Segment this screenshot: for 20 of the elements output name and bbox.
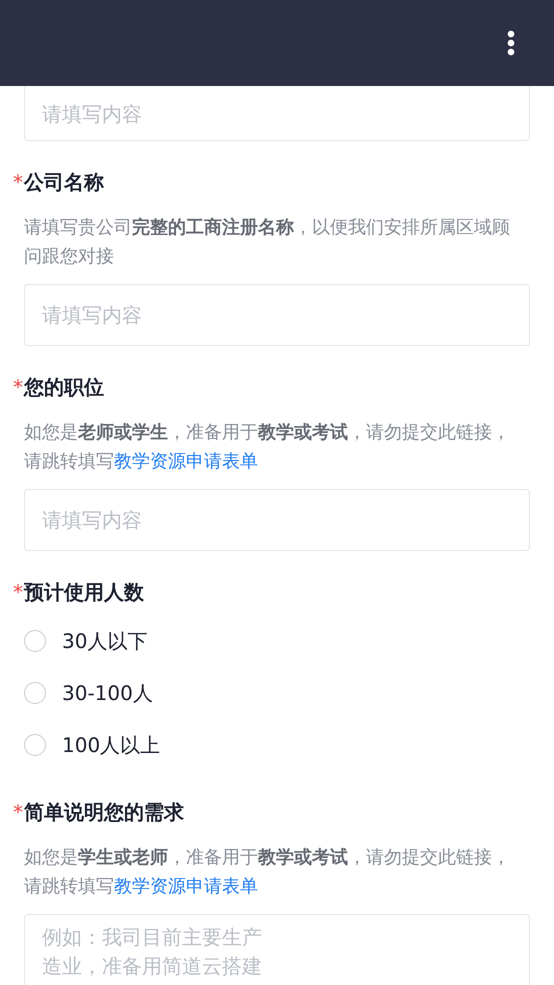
- form-link[interactable]: 教学资源申请表单: [114, 451, 258, 472]
- option-label[interactable]: 30-100人: [62, 680, 153, 706]
- option-label[interactable]: 100人以上: [62, 732, 160, 758]
- radio-button[interactable]: [24, 682, 46, 704]
- form-link[interactable]: 教学资源申请表单: [114, 876, 258, 897]
- required-mark: *: [13, 375, 23, 399]
- field-label: 简单说明您的需求: [24, 798, 184, 826]
- radio-button[interactable]: [24, 630, 46, 652]
- field-label: 公司名称: [24, 168, 104, 196]
- field-hint: 如您是老师或学生，准备用于教学或考试，请勿提交此链接，请跳转填写教学资源申请表单: [24, 421, 511, 474]
- required-mark: *: [13, 800, 24, 824]
- field-label: 预计使用人数: [24, 578, 144, 606]
- more-menu-icon[interactable]: [507, 30, 515, 56]
- option-label[interactable]: 30人以下: [62, 628, 148, 654]
- required-mark: *: [13, 580, 24, 604]
- required-mark: *: [13, 170, 24, 194]
- field-hint: 如您是学生或老师，准备用于教学或考试，请勿提交此链接，请跳转填写教学资源申请表单: [24, 846, 511, 899]
- radio-button[interactable]: [24, 734, 46, 756]
- field-hint: 请填写贵公司完整的工商注册名称，以便我们安排所属区域顾问跟您对接: [24, 216, 511, 269]
- field-label: 您的职位: [24, 374, 104, 400]
